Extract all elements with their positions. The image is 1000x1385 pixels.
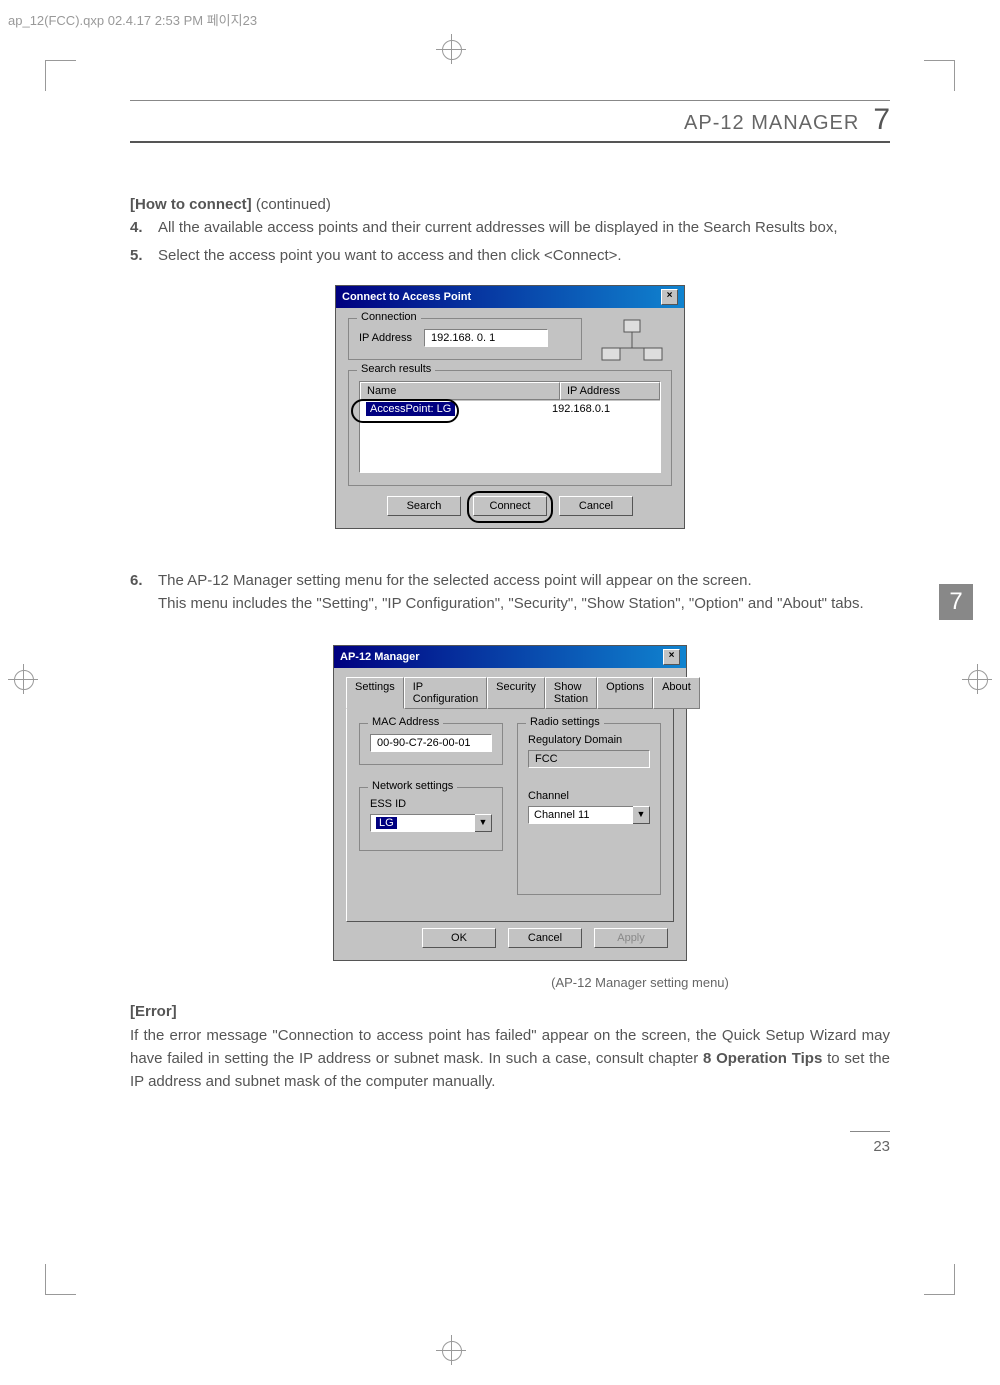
- crop-corner-tr: [924, 60, 955, 91]
- section-number: 7: [873, 103, 890, 137]
- tab-options[interactable]: Options: [597, 677, 653, 709]
- step-6: 6. The AP-12 Manager setting menu for th…: [130, 569, 890, 616]
- tab-security[interactable]: Security: [487, 677, 545, 709]
- how-to-connect-heading: [How to connect]: [130, 196, 252, 213]
- file-header: ap_12(FCC).qxp 02.4.17 2:53 PM 페이지23: [8, 10, 257, 29]
- essid-combo[interactable]: LG ▼: [370, 814, 492, 832]
- connection-legend: Connection: [357, 311, 421, 323]
- network-settings-legend: Network settings: [368, 780, 457, 792]
- continued-suffix: (continued): [252, 196, 331, 213]
- tab-about[interactable]: About: [653, 677, 700, 709]
- regulatory-field: FCC: [528, 750, 650, 768]
- search-results-list[interactable]: Name IP Address AccessPoint: LG 192.168.…: [359, 381, 661, 473]
- chevron-down-icon[interactable]: ▼: [475, 814, 492, 832]
- regulatory-label: Regulatory Domain: [528, 734, 650, 746]
- apply-button[interactable]: Apply: [594, 928, 668, 948]
- result-ip: 192.168.0.1: [552, 403, 654, 415]
- channel-value: Channel 11: [528, 806, 633, 824]
- error-heading: [Error]: [130, 1000, 890, 1023]
- step-4: 4. All the available access points and t…: [130, 216, 890, 239]
- step-number: 4.: [130, 216, 158, 239]
- essid-label: ESS ID: [370, 798, 492, 810]
- mac-address-legend: MAC Address: [368, 716, 443, 728]
- network-icon: [592, 318, 672, 368]
- close-icon[interactable]: ×: [663, 649, 680, 665]
- search-button[interactable]: Search: [387, 496, 461, 516]
- manager-dialog: AP-12 Manager × Settings IP Configuratio…: [333, 645, 687, 961]
- step6-text-b: This menu includes the "Setting", "IP Co…: [158, 595, 864, 612]
- step-number: 6.: [130, 569, 158, 616]
- ip-address-label: IP Address: [359, 332, 412, 344]
- page-number: 23: [850, 1131, 890, 1155]
- crop-corner-br: [924, 1264, 955, 1295]
- side-tab: 7: [939, 584, 973, 620]
- mac-address-field[interactable]: 00-90-C7-26-00-01: [370, 734, 492, 752]
- channel-combo[interactable]: Channel 11 ▼: [528, 806, 650, 824]
- crop-corner-bl: [45, 1264, 76, 1295]
- dialog-title: AP-12 Manager: [340, 651, 419, 663]
- registration-mark-left: [8, 664, 38, 694]
- page-content: AP-12 MANAGER 7 [How to connect] (contin…: [130, 100, 890, 1093]
- ip-address-field[interactable]: 192.168. 0. 1: [424, 329, 548, 347]
- close-icon[interactable]: ×: [661, 289, 678, 305]
- radio-settings-legend: Radio settings: [526, 716, 604, 728]
- tab-settings[interactable]: Settings: [346, 677, 404, 709]
- section-header: AP-12 MANAGER 7: [130, 103, 890, 143]
- connect-dialog: Connect to Access Point × Connection IP …: [335, 285, 685, 529]
- chevron-down-icon[interactable]: ▼: [633, 806, 650, 824]
- dialog-titlebar: Connect to Access Point ×: [336, 286, 684, 308]
- step-5: 5. Select the access point you want to a…: [130, 244, 890, 267]
- manager-caption: (AP-12 Manager setting menu): [390, 975, 890, 990]
- registration-mark-bottom: [436, 1335, 466, 1365]
- channel-label: Channel: [528, 790, 650, 802]
- steps-list-2: 6. The AP-12 Manager setting menu for th…: [130, 569, 890, 616]
- tab-strip: Settings IP Configuration Security Show …: [346, 676, 674, 708]
- column-header-name: Name: [360, 382, 560, 400]
- highlight-row-circle: [351, 399, 459, 423]
- essid-value: LG: [376, 817, 397, 829]
- tab-ip-configuration[interactable]: IP Configuration: [404, 677, 487, 709]
- search-results-legend: Search results: [357, 363, 435, 375]
- crop-corner-tl: [45, 60, 76, 91]
- registration-mark-right: [962, 664, 992, 694]
- step-text: All the available access points and thei…: [158, 216, 890, 239]
- tab-show-station[interactable]: Show Station: [545, 677, 597, 709]
- error-text-bold: 8 Operation Tips: [703, 1050, 822, 1067]
- dialog-titlebar: AP-12 Manager ×: [334, 646, 686, 668]
- section-title: AP-12 MANAGER: [684, 112, 859, 135]
- dialog-title: Connect to Access Point: [342, 291, 471, 303]
- column-header-ip: IP Address: [560, 382, 660, 400]
- highlight-connect-circle: [467, 491, 553, 523]
- step-number: 5.: [130, 244, 158, 267]
- ok-button[interactable]: OK: [422, 928, 496, 948]
- tab-panel-settings: MAC Address 00-90-C7-26-00-01 Network se…: [346, 708, 674, 922]
- step6-text-a: The AP-12 Manager setting menu for the s…: [158, 572, 752, 589]
- cancel-button[interactable]: Cancel: [508, 928, 582, 948]
- steps-list: 4. All the available access points and t…: [130, 216, 890, 267]
- cancel-button[interactable]: Cancel: [559, 496, 633, 516]
- step-text: Select the access point you want to acce…: [158, 244, 890, 267]
